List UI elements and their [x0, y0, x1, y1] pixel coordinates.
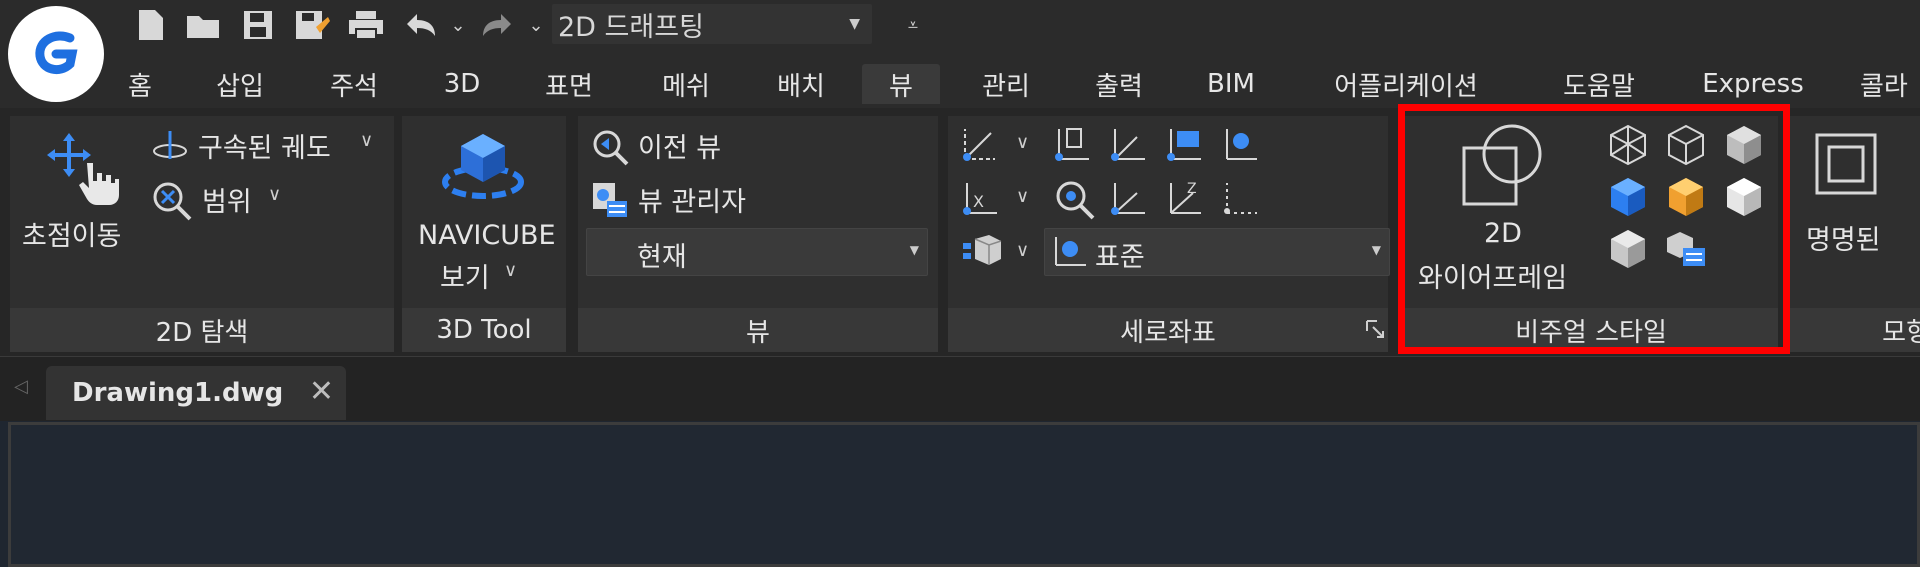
zoom-extents-icon[interactable] [150, 180, 194, 222]
tab-surface[interactable]: 표면 [533, 64, 605, 104]
tab-annotate[interactable]: 주석 [318, 64, 390, 104]
pan-label[interactable]: 초점이동 [22, 214, 121, 253]
svg-text:X: X [973, 192, 984, 211]
chevron-down-icon: ▼ [1371, 243, 1381, 257]
tab-layout[interactable]: 배치 [765, 64, 837, 104]
view-manager-label[interactable]: 뷰 관리자 [638, 180, 746, 219]
svg-text:Z: Z [1187, 181, 1197, 197]
chevron-down-icon: ▼ [849, 16, 860, 32]
document-tab[interactable]: Drawing1.dwg ✕ [46, 366, 346, 420]
panel-title: 2D 탐색 [10, 308, 394, 352]
panel-title-text: 모형 [1882, 317, 1920, 348]
previous-view-label[interactable]: 이전 뷰 [638, 126, 721, 165]
panel-title: 모형 [1790, 308, 1920, 352]
highlight-box [1398, 104, 1790, 354]
ucs-named-select[interactable]: 표준 ▼ [1044, 228, 1390, 276]
redo-dropdown-icon[interactable]: ⌄ [526, 8, 546, 42]
tab-help[interactable]: 도움말 [1552, 64, 1646, 104]
tab-applications[interactable]: 어플리케이션 [1316, 64, 1496, 104]
tab-output[interactable]: 출력 [1083, 64, 1155, 104]
panel-title: 3D Tool [402, 308, 566, 352]
extents-label[interactable]: 범위 [202, 180, 252, 219]
chevron-down-icon[interactable]: ∨ [1016, 240, 1029, 261]
ucs-x-icon[interactable]: X [960, 178, 1000, 218]
new-file-icon[interactable] [134, 8, 168, 42]
tab-express[interactable]: Express [1700, 64, 1806, 104]
save-as-icon[interactable] [292, 8, 332, 42]
ucs-3point-icon[interactable] [1108, 178, 1148, 218]
panel-launcher-icon[interactable] [1364, 318, 1386, 340]
open-folder-icon[interactable] [184, 8, 224, 42]
ucs-z-icon[interactable]: Z [1164, 178, 1204, 218]
ucs-object-icon[interactable] [1052, 124, 1092, 164]
ucs-origin-icon[interactable] [1220, 124, 1260, 164]
drawing-area[interactable] [8, 422, 1920, 567]
zoom-ucs-icon[interactable] [1052, 178, 1096, 220]
chevron-down-icon[interactable]: ∨ [1016, 132, 1029, 153]
ucs-manager-icon[interactable] [960, 232, 1004, 272]
navicube-label-2[interactable]: 보기 [440, 256, 490, 295]
ucs-view-icon[interactable] [1164, 124, 1204, 164]
constrained-orbit-label[interactable]: 구속된 궤도 [198, 126, 331, 165]
tab-mesh[interactable]: 메쉬 [650, 64, 722, 104]
orbit-icon[interactable] [150, 128, 190, 164]
navicube-icon[interactable] [440, 128, 526, 204]
customize-qat-icon[interactable]: ⩡ [900, 8, 926, 42]
ucs-face-icon[interactable] [1108, 124, 1148, 164]
previous-view-icon[interactable] [590, 128, 630, 166]
redo-icon[interactable] [478, 8, 518, 42]
workspace-label: 2D 드래프팅 [558, 11, 704, 43]
ucs-world-icon[interactable] [1220, 178, 1260, 218]
chevron-down-icon[interactable]: ∨ [504, 260, 517, 281]
current-view-select[interactable]: 현재 ▼ [586, 228, 928, 276]
scroll-left-icon[interactable]: ◁ [14, 376, 28, 397]
chevron-down-icon[interactable]: ∨ [268, 184, 281, 205]
undo-icon[interactable] [400, 8, 440, 42]
view-manager-icon[interactable] [590, 180, 630, 220]
navicube-label[interactable]: NAVICUBE [418, 220, 556, 251]
chevron-down-icon[interactable]: ∨ [1016, 186, 1029, 207]
pan-icon[interactable] [42, 128, 124, 208]
tab-view[interactable]: 뷰 [862, 64, 940, 104]
chevron-down-icon: ▼ [909, 243, 919, 257]
current-view-value: 현재 [637, 242, 687, 273]
app-logo[interactable] [8, 6, 104, 102]
print-icon[interactable] [346, 8, 386, 42]
named-viewports-icon[interactable] [1814, 132, 1878, 196]
ucs-current-value: 표준 [1095, 242, 1145, 273]
workspace-select[interactable]: 2D 드래프팅 ▼ [552, 4, 872, 44]
tab-insert[interactable]: 삽입 [205, 64, 275, 104]
tab-collaborate[interactable]: 콜라 [1860, 64, 1920, 104]
panel-title: 세로좌표 [948, 308, 1388, 352]
undo-dropdown-icon[interactable]: ⌄ [448, 8, 468, 42]
document-tab-label: Drawing1.dwg [72, 378, 284, 408]
chevron-down-icon[interactable]: ∨ [360, 130, 373, 151]
quick-access-toolbar [0, 0, 1920, 60]
named-viewports-label[interactable]: 명명된 [1806, 218, 1881, 257]
tab-manage[interactable]: 관리 [970, 64, 1042, 104]
save-icon[interactable] [240, 8, 276, 42]
ucs-icon[interactable] [960, 124, 1000, 164]
panel-title: 뷰 [578, 308, 938, 352]
ucs-icon [1051, 233, 1089, 269]
close-icon[interactable]: ✕ [309, 374, 334, 409]
tab-3d[interactable]: 3D [436, 64, 488, 104]
tab-bim[interactable]: BIM [1200, 64, 1262, 104]
tab-home[interactable]: 홈 [115, 64, 165, 104]
